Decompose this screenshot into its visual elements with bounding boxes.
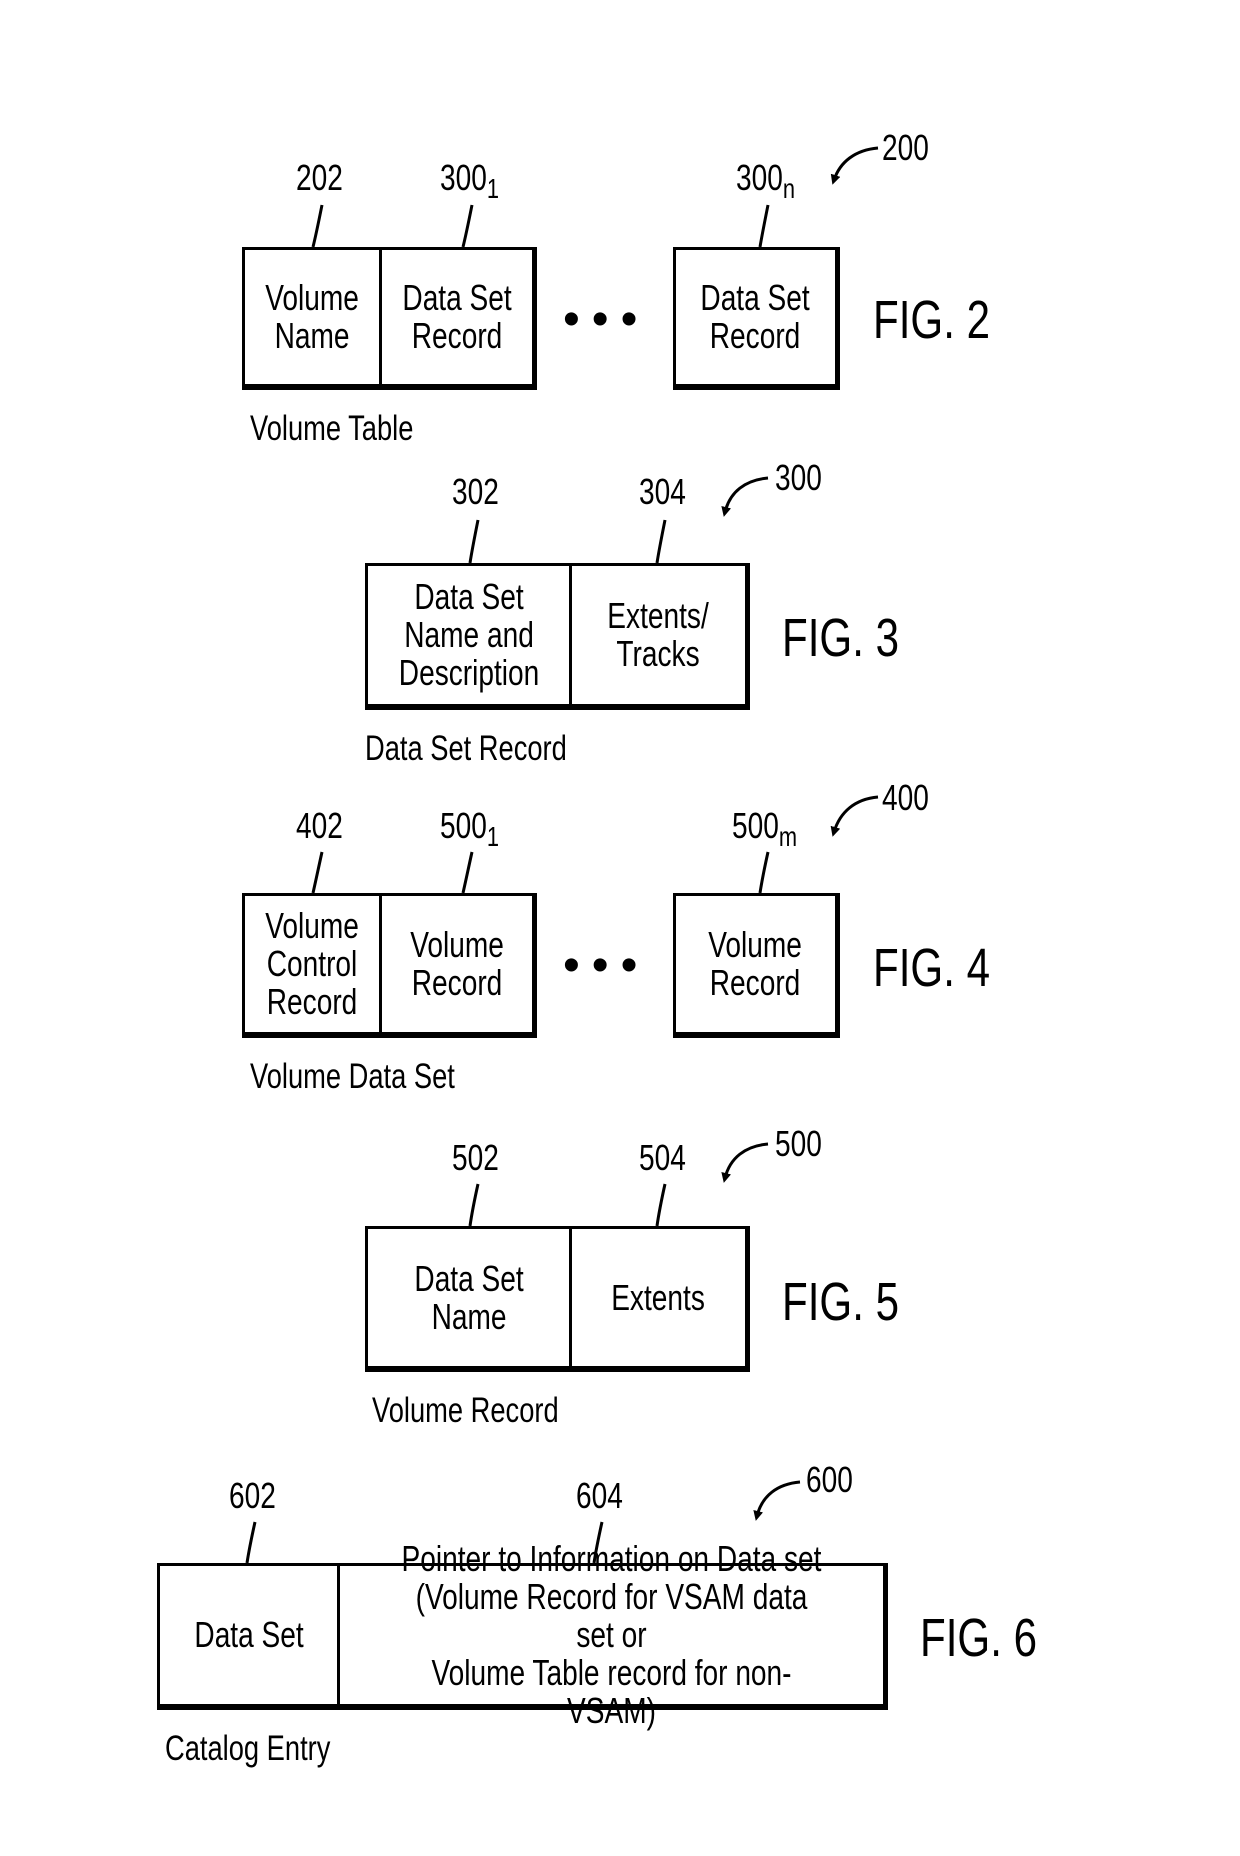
cell-text: Data Set Name [414,1257,524,1337]
leader-300-1 [461,204,474,248]
ref-500-1: 5001 [440,808,499,855]
data-set-name-cell: Data Set Name [368,1229,570,1366]
ellipsis: ••• [563,293,650,346]
cell-text: Data Set Record [402,277,512,356]
ref-200: 200 [882,127,929,168]
leader-202 [311,204,324,248]
volume-record-m-box: Volume Record [673,893,840,1038]
leader-402 [311,851,324,894]
leader-500-1 [461,851,474,894]
volume-data-set-box: Volume Control Record Volume Record [242,893,537,1038]
volume-name-cell: Volume Name [245,250,380,384]
leader-504 [655,1183,667,1227]
leader-502 [468,1183,480,1227]
fig-5-label: FIG. 5 [782,1272,900,1332]
leader-304 [655,519,667,564]
fig-3-caption: Data Set Record [365,729,567,768]
volume-table-box: Volume Name Data Set Record [242,247,537,390]
ref-number: 500 [732,805,779,846]
cell-text: Extents [611,1276,706,1318]
arrow-300 [721,476,769,517]
volume-record-box: Data Set Name Extents [365,1226,750,1372]
ref-subscript: 1 [486,821,500,853]
extents-tracks-cell: Extents/ Tracks [572,566,745,704]
ref-subscript: 1 [486,173,500,205]
ref-600: 600 [806,1459,853,1500]
ref-504: 504 [639,1137,686,1178]
ref-number: 500 [440,805,487,846]
fig-5-caption: Volume Record [372,1391,559,1430]
cell-text: Volume Record [410,924,504,1003]
ref-500-m: 500m [732,808,797,855]
ref-number: 300 [440,157,487,198]
ref-subscript: m [778,821,798,853]
arrow-200 [830,146,879,185]
arrow-600 [753,1480,801,1521]
data-set-record-cell: Data Set Record [382,250,532,384]
catalog-entry-box: Data Set Pointer to Information on Data … [157,1540,888,1730]
cell-text: Pointer to Information on Data set (Volu… [401,1538,822,1731]
cell-text: Volume Name [265,277,360,356]
data-set-cell: Data Set [160,1566,338,1704]
fig-2-label: FIG. 2 [873,290,991,350]
arrow-500 [721,1142,769,1183]
ref-500: 500 [775,1123,822,1164]
ref-subscript: n [782,173,796,205]
volume-record-m-cell: Volume Record [676,896,835,1032]
cell-text: Data Set [194,1614,304,1655]
data-set-record-box: Data Set Name and Description Extents/ T… [365,563,750,710]
ellipsis: ••• [563,939,650,992]
volume-record-cell: Volume Record [382,896,532,1032]
fig-6-label: FIG. 6 [920,1608,1038,1668]
ref-604: 604 [576,1475,623,1516]
fig-6-caption: Catalog Entry [165,1729,331,1768]
ref-302: 302 [452,471,499,512]
data-set-name-description-cell: Data Set Name and Description [368,566,570,704]
cell-text: Data Set Name and Description [398,576,540,693]
leader-602 [245,1521,257,1564]
ref-number: 300 [736,157,783,198]
fig-4-caption: Volume Data Set [250,1057,455,1096]
ref-402: 402 [296,805,343,846]
cell-text: Extents/ Tracks [607,595,710,674]
arrow-400 [830,795,879,837]
leader-300-n [758,204,770,248]
fig-2-caption: Volume Table [250,409,414,448]
cell-text: Data Set Record [700,277,811,356]
ref-602: 602 [229,1475,276,1516]
pointer-to-information-cell: Pointer to Information on Data set (Volu… [340,1540,883,1730]
fig-3-label: FIG. 3 [782,608,900,668]
ref-202: 202 [296,157,343,198]
cell-text: Volume Control Record [265,905,360,1022]
ref-300: 300 [775,457,822,498]
data-set-record-n-cell: Data Set Record [676,250,835,384]
extents-cell: Extents [572,1229,745,1366]
volume-control-record-cell: Volume Control Record [245,896,380,1032]
ref-300-1: 3001 [440,160,499,207]
fig-4-label: FIG. 4 [873,938,991,998]
ref-400: 400 [882,777,929,818]
data-set-record-n-box: Data Set Record [673,247,840,390]
leader-500-m [758,851,770,894]
ref-502: 502 [452,1137,499,1178]
leader-302 [468,519,480,564]
cell-text: Volume Record [708,924,803,1003]
ref-304: 304 [639,471,686,512]
ref-300-n: 300n [736,160,795,207]
